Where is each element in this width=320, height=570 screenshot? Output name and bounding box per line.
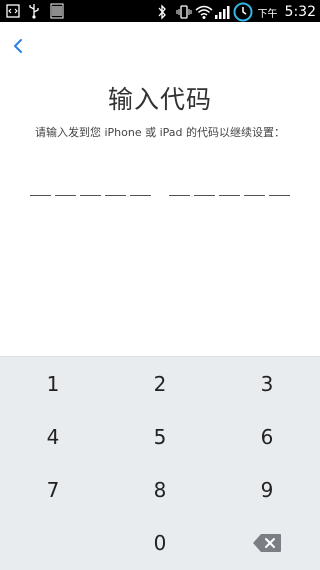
signal-icon [214, 4, 230, 20]
status-bar-left [6, 3, 64, 19]
bluetooth-icon [157, 4, 171, 20]
clock-icon [233, 2, 253, 22]
back-button[interactable] [8, 36, 28, 60]
key-4[interactable]: 4 [0, 410, 106, 463]
code-digit-slot [194, 195, 215, 196]
usb-icon [28, 3, 42, 19]
wifi-icon [195, 4, 213, 20]
code-digit-slot [269, 195, 290, 196]
code-digit-slot [30, 195, 51, 196]
code-digit-slot [55, 195, 76, 196]
key-9[interactable]: 9 [214, 463, 320, 516]
backspace-button[interactable] [214, 516, 320, 569]
chevron-left-icon [13, 38, 23, 58]
code-digit-slot [244, 195, 265, 196]
numeric-keypad: 1 2 3 4 5 6 7 8 9 0 [0, 356, 320, 570]
key-8[interactable]: 8 [107, 463, 213, 516]
status-time: 5:32 [284, 4, 316, 20]
key-5[interactable]: 5 [107, 410, 213, 463]
key-0[interactable]: 0 [107, 516, 213, 569]
code-digit-slot [219, 195, 240, 196]
status-bar-right: 下午 5:32 [157, 2, 316, 22]
backspace-icon [252, 533, 282, 553]
page-subtitle: 请输入发到您 iPhone 或 iPad 的代码以继续设置： [34, 126, 286, 139]
page-title: 输入代码 [107, 85, 212, 114]
key-2[interactable]: 2 [107, 357, 213, 410]
code-digit-slot [130, 195, 151, 196]
key-empty [0, 516, 106, 569]
barcode-icon [50, 3, 64, 19]
key-3[interactable]: 3 [214, 357, 320, 410]
key-1[interactable]: 1 [0, 357, 106, 410]
code-digit-slot [80, 195, 101, 196]
status-bar: 下午 5:32 [0, 0, 320, 22]
code-icon [6, 3, 20, 19]
status-ampm: 下午 [257, 8, 278, 20]
code-digit-slot [105, 195, 126, 196]
code-input[interactable] [0, 190, 320, 204]
vibrate-icon [176, 4, 192, 20]
key-6[interactable]: 6 [214, 410, 320, 463]
key-7[interactable]: 7 [0, 463, 106, 516]
code-digit-slot [169, 195, 190, 196]
